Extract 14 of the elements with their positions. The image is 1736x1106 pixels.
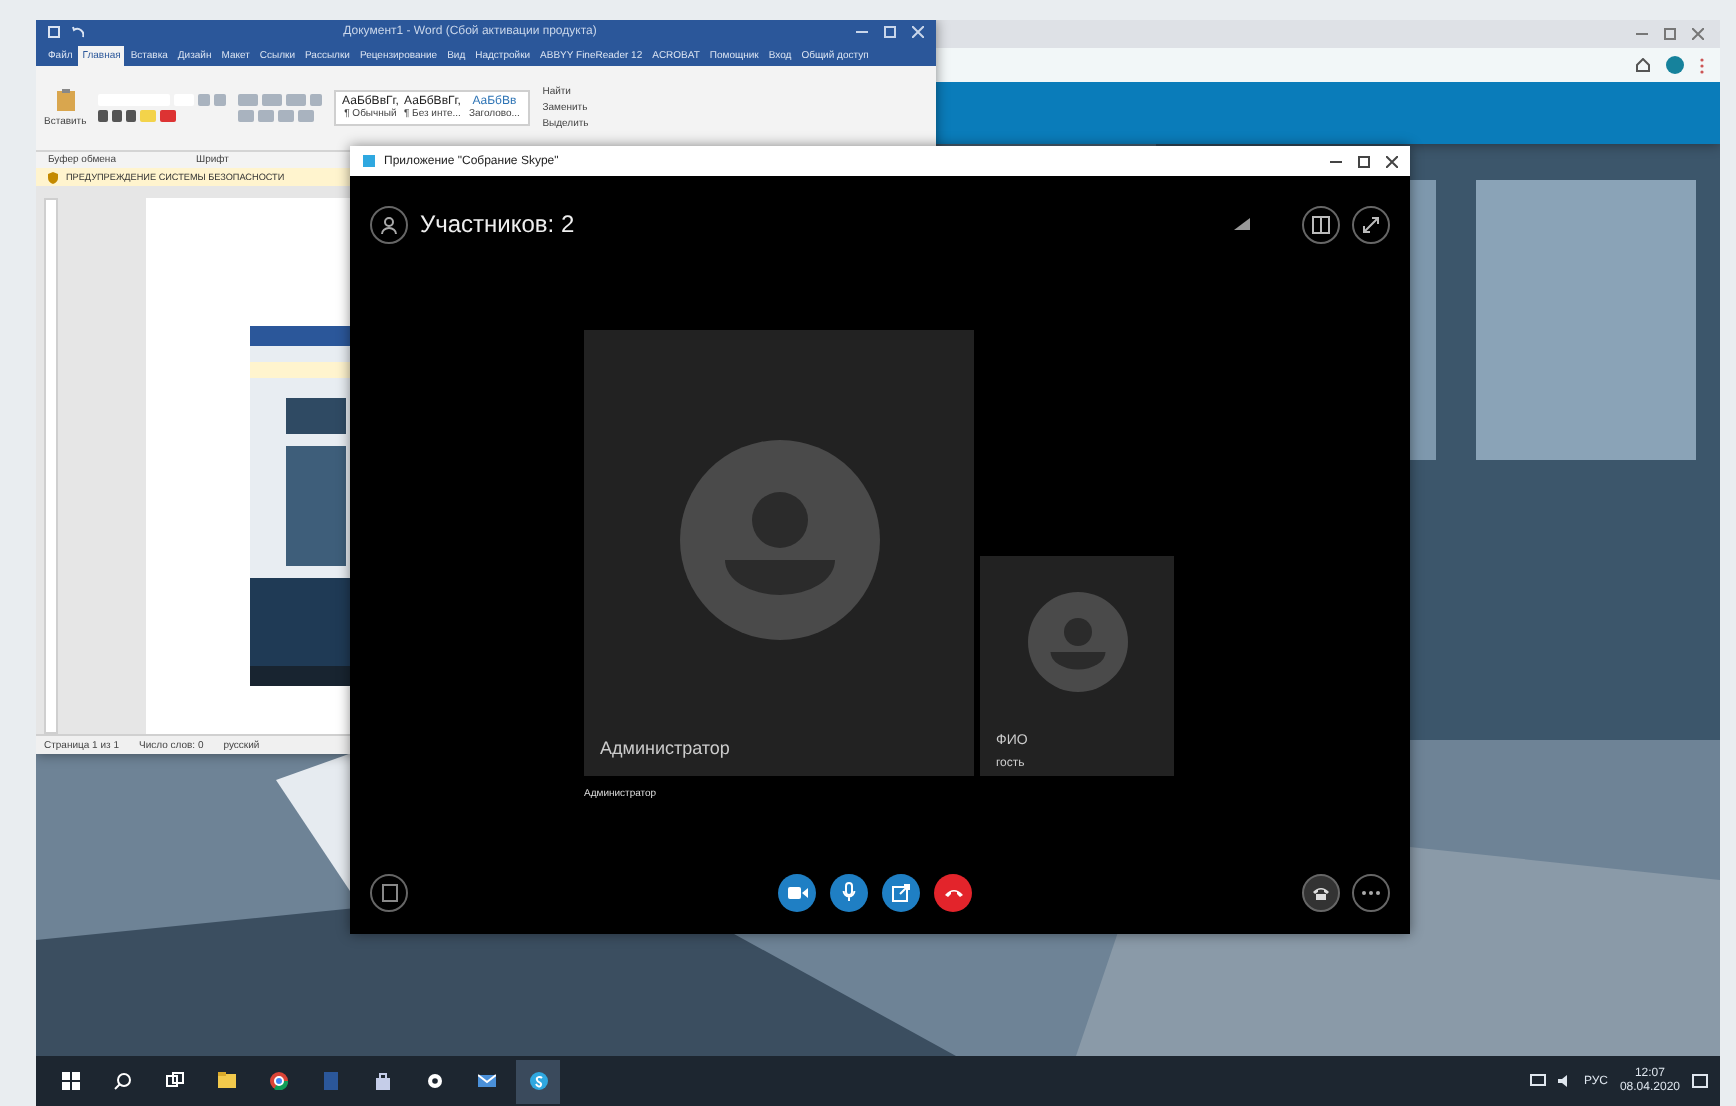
windows-start-icon	[61, 1072, 79, 1090]
mail-icon	[477, 1072, 495, 1090]
volume-icon	[1557, 1074, 1572, 1088]
store-bag-icon	[373, 1072, 391, 1090]
search-icon	[113, 1072, 131, 1090]
browser-icon	[269, 1072, 287, 1090]
settings-icon	[425, 1072, 443, 1090]
chat-app-icon	[529, 1072, 547, 1090]
folder-icon	[217, 1072, 235, 1090]
document-app-icon	[321, 1072, 339, 1090]
taskbar-app-button[interactable]	[516, 1059, 560, 1103]
network-icon	[1529, 1074, 1546, 1088]
notifications-icon	[1692, 1073, 1708, 1089]
task-view-icon	[165, 1072, 183, 1090]
